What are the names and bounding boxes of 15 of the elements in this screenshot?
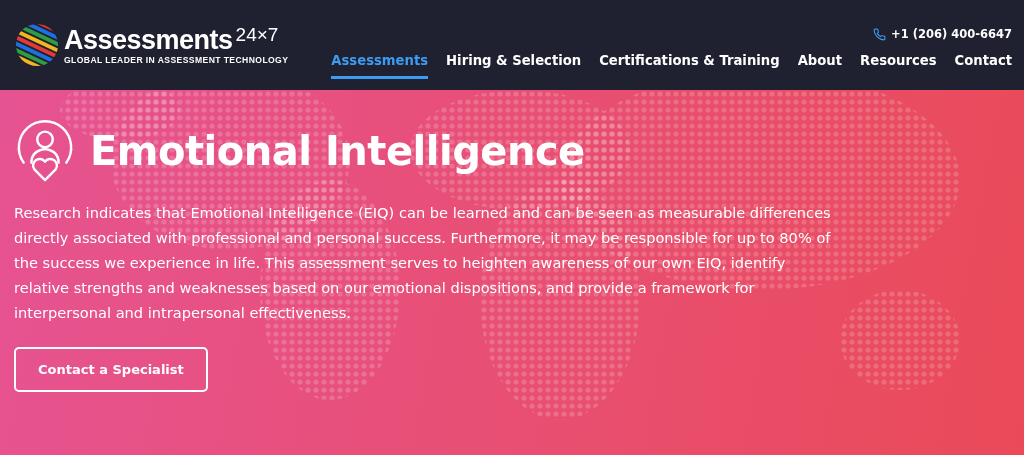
description-paragraph: Research indicates that Emotional Intelligence (EIQ) can be learned and can be seen as measurable differences directly associated with professional and personal success. Furthermore, it may be responsible for up to 80% of the success we experience in life. This assessment serves to heighten awareness of our own EIQ, identify relative strengths and weaknesses based on our emotional dispositions, and provide a framework for interpersonal and intrapersonal effectiveness. [14, 203, 832, 323]
nav-link[interactable]: Contact [954, 43, 1012, 79]
logo-wordmark[interactable]: Assessments [64, 25, 233, 55]
logo-suffix: 24×7 [235, 25, 279, 45]
globe-icon [14, 22, 60, 68]
nav-link[interactable]: About [797, 43, 843, 79]
contact-button[interactable]: Contact a Specialist [14, 347, 208, 392]
nav-link[interactable]: Certifications & Training [599, 43, 780, 79]
nav-link[interactable]: Assessments [331, 43, 429, 79]
nav-link[interactable]: Resources [860, 43, 937, 79]
nav-link[interactable]: Hiring & Selection [446, 43, 582, 79]
logo-tagline: GLOBAL LEADER IN ASSESSMENT TECHNOLOGY [64, 55, 289, 65]
phone-number[interactable]: +1 (206) 400-6647 [891, 27, 1012, 41]
phone-icon [873, 27, 887, 41]
page-title: Emotional Intelligence [90, 128, 585, 174]
